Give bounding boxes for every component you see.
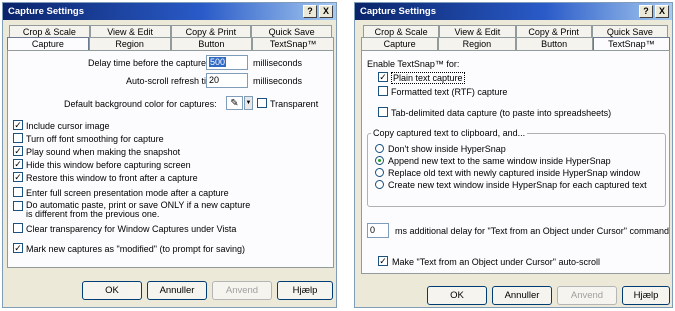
tab-delimited-label: Tab-delimited data capture (to paste int…: [391, 108, 612, 118]
cancel-button[interactable]: Annuller: [492, 286, 552, 305]
tab-row-front: Capture Region Button TextSnap™: [7, 37, 334, 50]
apply-button[interactable]: Anvend: [557, 286, 617, 305]
delay-input[interactable]: 500: [206, 55, 248, 70]
apply-button[interactable]: Anvend: [212, 281, 272, 300]
title-bar: Capture Settings ? X: [355, 3, 672, 20]
rtf-label: Formatted text (RTF) capture: [391, 87, 508, 97]
ok-button[interactable]: OK: [427, 286, 487, 305]
radio-dont-show[interactable]: [375, 144, 384, 153]
hide-window-checkbox[interactable]: [13, 159, 23, 169]
transparent-label: Transparent: [270, 99, 319, 109]
tab-textsnap[interactable]: TextSnap™: [252, 37, 334, 50]
radio-append[interactable]: [375, 156, 384, 165]
radio-replace[interactable]: [375, 168, 384, 177]
clear-transparency-checkbox[interactable]: [13, 223, 23, 233]
delay-ms-label: ms additional delay for "Text from an Ob…: [395, 226, 670, 236]
mark-modified-checkbox[interactable]: [13, 243, 23, 253]
title-bar: Capture Settings ? X: [3, 3, 336, 20]
window-title: Capture Settings: [8, 6, 85, 17]
tab-delimited-checkbox[interactable]: [378, 107, 388, 117]
play-sound-checkbox[interactable]: [13, 146, 23, 156]
radio-create-new-label: Create new text window inside HyperSnap …: [388, 180, 647, 190]
delay-ms-input[interactable]: 0: [367, 223, 389, 238]
scroll-unit: milliseconds: [253, 76, 303, 86]
help-button[interactable]: Hjælp: [622, 286, 670, 305]
bg-color-label: Default background color for captures:: [64, 99, 217, 109]
restore-window-checkbox[interactable]: [13, 172, 23, 182]
help-title-button[interactable]: ?: [639, 5, 653, 18]
auto-paste-checkbox[interactable]: [13, 201, 23, 211]
rtf-checkbox[interactable]: [378, 86, 388, 96]
tab-capture[interactable]: Capture: [7, 37, 89, 50]
include-cursor-checkbox[interactable]: [13, 120, 23, 130]
auto-paste-label-line2: is different from the previous one.: [26, 209, 160, 219]
capture-settings-dialog-left: Capture Settings ? X Crop & Scale View &…: [2, 2, 337, 308]
autoscroll-checkbox[interactable]: [378, 256, 388, 266]
autoscroll-label: Make "Text from an Object under Cursor" …: [392, 257, 600, 267]
clear-transparency-label: Clear transparency for Window Captures u…: [26, 224, 237, 234]
font-smoothing-checkbox[interactable]: [13, 133, 23, 143]
fullscreen-mode-label: Enter full screen presentation mode afte…: [26, 188, 229, 198]
plain-text-checkbox[interactable]: [378, 72, 388, 82]
scroll-input[interactable]: 20: [206, 73, 248, 88]
close-title-button[interactable]: X: [319, 5, 333, 18]
tab-region[interactable]: Region: [88, 37, 171, 50]
enable-textsnap-label: Enable TextSnap™ for:: [367, 59, 460, 69]
chevron-down-icon[interactable]: ▼: [244, 96, 253, 110]
mark-modified-label: Mark new captures as "modified" (to prom…: [26, 244, 245, 254]
cancel-button[interactable]: Annuller: [147, 281, 207, 300]
radio-append-label: Append new text to the same window insid…: [388, 156, 611, 166]
textsnap-tab-panel: Enable TextSnap™ for: Plain text capture…: [361, 50, 670, 274]
help-title-button[interactable]: ?: [303, 5, 317, 18]
window-title: Capture Settings: [360, 6, 437, 17]
hide-window-label: Hide this window before capturing screen: [26, 160, 191, 170]
radio-create-new[interactable]: [375, 180, 384, 189]
font-smoothing-label: Turn off font smoothing for capture: [26, 134, 164, 144]
delay-label: Delay time before the capture:: [88, 58, 209, 68]
tab-region[interactable]: Region: [438, 37, 516, 50]
help-button[interactable]: Hjælp: [277, 281, 333, 300]
tab-capture[interactable]: Capture: [361, 37, 439, 50]
radio-dont-show-label: Don't show inside HyperSnap: [388, 144, 506, 154]
tab-row-front: Capture Region Button TextSnap™: [361, 37, 670, 50]
color-picker-icon[interactable]: ✎: [226, 96, 243, 110]
fullscreen-mode-checkbox[interactable]: [13, 187, 23, 197]
tab-button[interactable]: Button: [515, 37, 593, 50]
tab-button[interactable]: Button: [170, 37, 253, 50]
delay-unit: milliseconds: [253, 58, 303, 68]
capture-settings-dialog-right: Capture Settings ? X Crop & Scale View &…: [354, 2, 673, 308]
capture-tab-panel: Delay time before the capture: 500 milli…: [7, 50, 334, 268]
tab-textsnap[interactable]: TextSnap™: [592, 37, 670, 50]
play-sound-label: Play sound when making the snapshot: [26, 147, 181, 157]
clipboard-group-label: Copy captured text to clipboard, and...: [371, 128, 528, 138]
radio-replace-label: Replace old text with newly captured ins…: [388, 168, 641, 178]
transparent-checkbox[interactable]: [257, 98, 267, 108]
close-title-button[interactable]: X: [655, 5, 669, 18]
restore-window-label: Restore this window to front after a cap…: [26, 173, 198, 183]
plain-text-label: Plain text capture: [391, 72, 465, 84]
include-cursor-label: Include cursor image: [26, 121, 110, 131]
ok-button[interactable]: OK: [82, 281, 142, 300]
